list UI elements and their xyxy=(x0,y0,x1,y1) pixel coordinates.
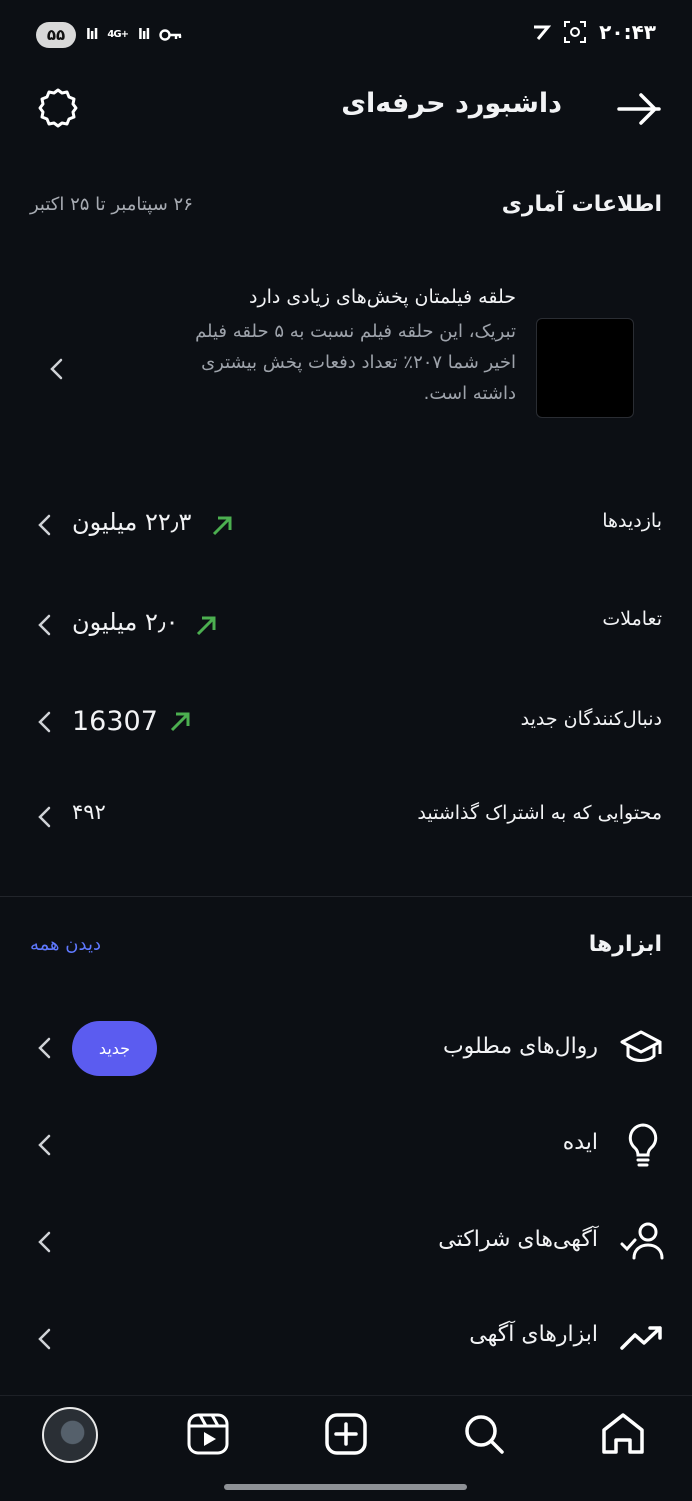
trending-up-icon xyxy=(620,1326,662,1350)
date-range: ۲۶ سپتامبر تا ۲۵ اکتبر xyxy=(30,194,193,215)
stat-label-content: محتوایی که به اشتراک گذاشتید xyxy=(417,802,662,824)
search-icon[interactable] xyxy=(462,1412,506,1456)
stats-title: اطلاعات آماری xyxy=(501,192,662,217)
highlight-title: حلقه فیلمتان پخش‌های زیادی دارد xyxy=(249,286,516,308)
stat-value-views: ۲۲٫۳ میلیون xyxy=(72,508,192,536)
section-divider xyxy=(0,896,692,897)
highlight-card[interactable]: حلقه فیلمتان پخش‌های زیادی دارد تبریک، ا… xyxy=(176,286,516,409)
stat-value-followers: 16307 xyxy=(72,706,158,737)
status-right: ۲۰:۴۳ xyxy=(531,20,656,44)
trend-up-icon xyxy=(170,712,190,732)
chevron-left-icon[interactable] xyxy=(34,1328,56,1350)
create-icon[interactable] xyxy=(324,1412,368,1456)
chevron-left-icon[interactable] xyxy=(34,1134,56,1156)
chevron-left-icon[interactable] xyxy=(34,514,56,536)
gear-icon xyxy=(38,88,78,128)
chevron-left-icon[interactable] xyxy=(46,358,68,380)
signal-icon-2: lıl xyxy=(137,27,150,43)
trend-up-icon xyxy=(196,616,216,636)
chevron-left-icon[interactable] xyxy=(34,806,56,828)
stat-label-followers: دنبال‌کنندگان جدید xyxy=(520,708,662,730)
battery-indicator: ۵۵ xyxy=(36,22,76,48)
new-badge: جدید xyxy=(72,1021,157,1076)
tool-label-ad-tools[interactable]: ابزارهای آگهی xyxy=(469,1322,598,1347)
chevron-left-icon[interactable] xyxy=(34,614,56,636)
see-all-link[interactable]: دیدن همه xyxy=(30,934,101,955)
lightbulb-icon xyxy=(628,1123,658,1167)
chevron-left-icon[interactable] xyxy=(34,1037,56,1059)
clock: ۲۰:۴۳ xyxy=(599,20,656,44)
stat-label-engagement: تعاملات xyxy=(602,608,662,630)
tool-label-partnership-ads[interactable]: آگهی‌های شراکتی xyxy=(438,1227,598,1252)
back-button[interactable] xyxy=(614,86,664,132)
stat-label-views: بازدیدها xyxy=(602,510,662,532)
key-icon xyxy=(159,29,182,41)
reel-thumbnail[interactable] xyxy=(536,318,634,418)
graduation-cap-icon xyxy=(620,1030,662,1062)
home-icon[interactable] xyxy=(600,1412,646,1456)
home-indicator xyxy=(224,1484,467,1490)
stat-value-content: ۴۹۲ xyxy=(72,800,106,824)
chevron-left-icon[interactable] xyxy=(34,1231,56,1253)
arrow-right-icon xyxy=(617,93,661,125)
avatar xyxy=(42,1407,98,1463)
tools-title: ابزارها xyxy=(588,932,662,957)
settings-button[interactable] xyxy=(34,84,82,132)
user-check-icon xyxy=(620,1222,664,1260)
reels-icon[interactable] xyxy=(186,1412,230,1456)
network-type: 4G+ xyxy=(107,29,129,40)
screenshot-icon xyxy=(564,21,587,43)
page-title: داشبورد حرفه‌ای xyxy=(341,88,562,119)
tool-label-practices[interactable]: روال‌های مطلوب xyxy=(443,1034,598,1059)
profile-avatar[interactable] xyxy=(42,1407,98,1463)
signal-icon: lıl xyxy=(86,27,98,43)
stat-value-engagement: ۲٫۰ میلیون xyxy=(72,608,179,636)
trend-up-icon xyxy=(212,516,232,536)
highlight-body: تبریک، این حلقه فیلم نسبت به ۵ حلقه فیلم… xyxy=(195,321,516,404)
chevron-left-icon[interactable] xyxy=(34,711,56,733)
status-left: ۵۵ lıl 4G+ lıl xyxy=(36,22,183,48)
checkmark-icon xyxy=(534,25,552,40)
tool-label-ideas[interactable]: ایده xyxy=(563,1130,598,1155)
